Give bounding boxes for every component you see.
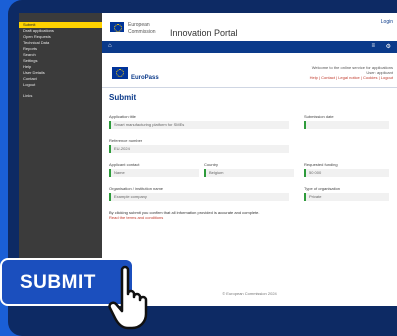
login-link[interactable]: Login: [381, 19, 393, 25]
app-header: EuroPass Welcome to the online service f…: [102, 61, 397, 88]
form-title: Submit: [109, 93, 137, 102]
field-label: Type of organisation: [304, 186, 341, 191]
field-label: Requested funding: [304, 162, 338, 167]
submission-date-field[interactable]: [304, 121, 389, 129]
field-label: Country: [204, 162, 219, 167]
org-name-line2: Commission: [128, 29, 156, 35]
app-logo-icon: [112, 67, 128, 79]
field-label: Organisation / institution name: [109, 186, 164, 191]
hand-cursor-icon: [108, 265, 148, 330]
org-name-line1: European: [128, 22, 150, 28]
submit-form: Submit Application title Smart manufactu…: [109, 93, 393, 220]
reference-number-field[interactable]: EU-2024: [109, 145, 289, 153]
portal-header: European Commission Innovation Portal Lo…: [102, 13, 397, 41]
form-row: Organisation / institution name Example …: [109, 186, 393, 210]
app-header-links[interactable]: Help | Contact | Legal notice | Cookies …: [273, 75, 393, 80]
applicant-contact-field[interactable]: Name: [109, 169, 199, 177]
portal-title: Innovation Portal: [170, 28, 238, 38]
country-field[interactable]: Belgium: [204, 169, 294, 177]
organisation-type-field[interactable]: Private: [304, 193, 389, 201]
field-label: Applicant contact: [109, 162, 140, 167]
home-icon[interactable]: ⌂: [108, 43, 112, 49]
eu-flag-icon: [110, 22, 124, 32]
form-row: Applicant contact Name Country Belgium R…: [109, 162, 393, 186]
organisation-name-field[interactable]: Example company: [109, 193, 289, 201]
terms-link[interactable]: Read the terms and conditions: [109, 215, 393, 220]
gear-icon[interactable]: ⚙: [386, 43, 391, 50]
app-name: EuroPass: [131, 75, 159, 81]
field-label: Application title: [109, 114, 136, 119]
requested-funding-field[interactable]: 50 000: [304, 169, 389, 177]
menu-icon[interactable]: ≡: [371, 43, 375, 49]
app-info: Welcome to the online service for applic…: [273, 65, 393, 80]
field-label: Submission date: [304, 114, 334, 119]
form-row: Application title Smart manufacturing pl…: [109, 114, 393, 138]
form-row: Reference number EU-2024: [109, 138, 393, 162]
field-label: Reference number: [109, 138, 143, 143]
sidebar-section-links: Links: [23, 93, 33, 98]
submit-notice: By clicking submit you confirm that all …: [109, 210, 393, 220]
application-title-field[interactable]: Smart manufacturing platform for SMEs: [109, 121, 289, 129]
nav-bar: ⌂ ≡ ⚙: [102, 41, 397, 53]
